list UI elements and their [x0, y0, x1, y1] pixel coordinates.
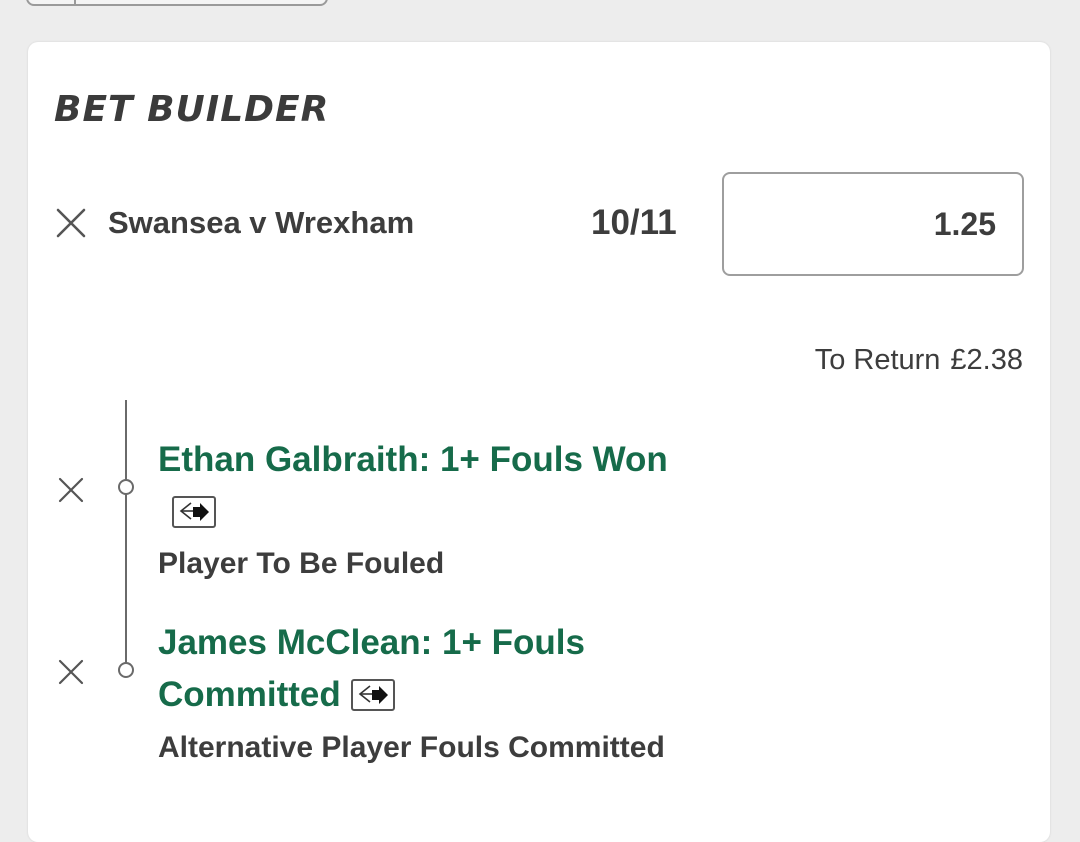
- to-return-label: To Return: [814, 344, 941, 376]
- top-input-field[interactable]: [26, 0, 328, 6]
- selection-market: Player To Be Fouled: [158, 547, 445, 580]
- remove-selection-close-icon[interactable]: [58, 477, 84, 503]
- bet-builder-title: BET BUILDER: [54, 89, 330, 130]
- timeline-node: [118, 662, 134, 678]
- event-name: Swansea v Wrexham: [108, 205, 415, 240]
- remove-event-close-icon[interactable]: [56, 208, 86, 238]
- stake-input[interactable]: [722, 172, 1024, 276]
- remove-selection-close-icon[interactable]: [58, 659, 84, 685]
- selection-name[interactable]: James McClean: 1+ Fouls Committed: [158, 617, 585, 721]
- swap-icon[interactable]: [350, 678, 395, 711]
- timeline-node: [118, 479, 134, 495]
- swap-icon[interactable]: [172, 495, 216, 528]
- bet-builder-card: BET BUILDER Swansea v Wrexham 10/11 To R…: [28, 42, 1050, 842]
- top-input-divider: [74, 0, 76, 4]
- to-return-row: To Return £2.38: [815, 342, 1023, 378]
- selection-name-line1: James McClean: 1+ Fouls: [158, 623, 585, 662]
- selections-timeline-line: [125, 400, 127, 670]
- event-odds: 10/11: [591, 203, 677, 242]
- selection-name-text: Ethan Galbraith: 1+ Fouls Won: [158, 440, 668, 479]
- selection-market: Alternative Player Fouls Committed: [158, 731, 665, 764]
- selection-name-line2: Committed: [158, 675, 341, 714]
- to-return-value: £2.38: [950, 344, 1023, 376]
- selection-name[interactable]: Ethan Galbraith: 1+ Fouls Won: [158, 434, 668, 538]
